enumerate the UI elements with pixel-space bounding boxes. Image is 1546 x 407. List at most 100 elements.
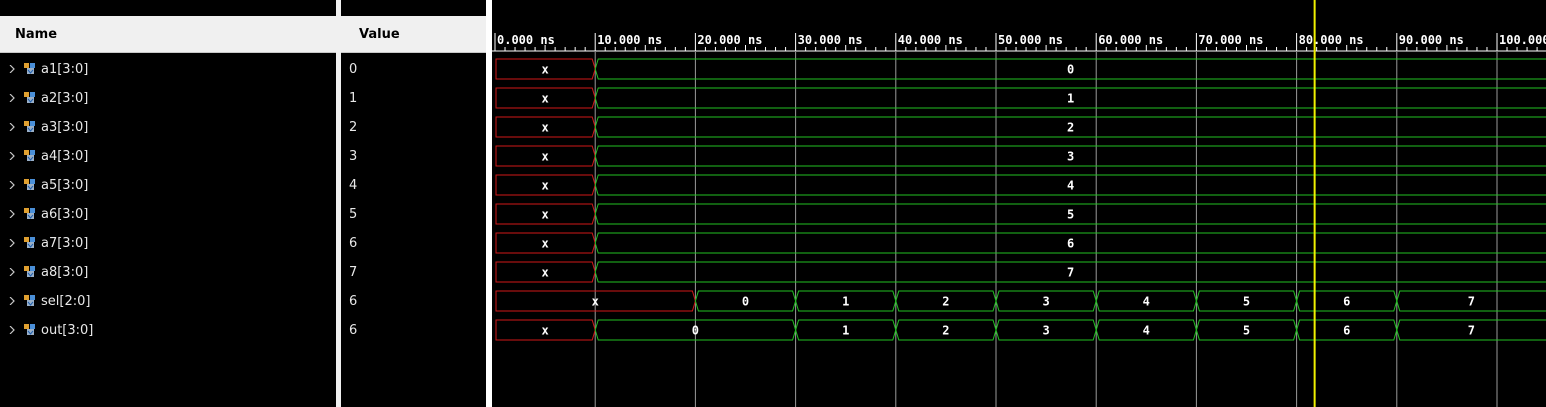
waveform-canvas[interactable]: 0.000 ns 10.000 ns 20.000 ns 30.000 ns 40.00… [492, 0, 1546, 407]
bus-signal-icon [24, 324, 35, 335]
segment-value-label: x [541, 179, 548, 193]
signal-row[interactable]: a2[3:0] [0, 84, 336, 113]
bus-signal-icon [24, 92, 35, 103]
segment-value-label: 7 [1067, 266, 1074, 280]
segment-value-label: 3 [1042, 324, 1049, 338]
timeline-label: 80.000 ns [1299, 33, 1364, 47]
segment-value-label: 1 [842, 295, 849, 309]
segment-value-label: 0 [1067, 63, 1074, 77]
timeline-label: 20.000 ns [697, 33, 762, 47]
value-row: 6 [341, 229, 486, 258]
segment-value-label: 4 [1143, 295, 1150, 309]
chevron-right-icon[interactable] [8, 239, 16, 247]
name-header-label: Name [15, 26, 58, 42]
chevron-right-icon[interactable] [8, 181, 16, 189]
chevron-right-icon[interactable] [8, 326, 16, 334]
segment-value-label: x [541, 266, 548, 280]
signal-name: a2[3:0] [41, 91, 89, 106]
signal-row[interactable]: a4[3:0] [0, 142, 336, 171]
value-row: 6 [341, 316, 486, 345]
signal-value: 6 [349, 236, 358, 251]
value-header-label: Value [359, 26, 400, 42]
value-column-header[interactable]: Value [341, 16, 486, 53]
bus-signal-icon [24, 295, 35, 306]
signal-value: 0 [349, 62, 358, 77]
bus-signal-icon [24, 266, 35, 277]
timeline-label: 30.000 ns [798, 33, 863, 47]
segment-value-label: 3 [1067, 150, 1074, 164]
value-row: 1 [341, 84, 486, 113]
chevron-right-icon[interactable] [8, 297, 16, 305]
signal-name: a6[3:0] [41, 207, 89, 222]
value-row: 6 [341, 287, 486, 316]
segment-value-label: 4 [1067, 179, 1074, 193]
chevron-right-icon[interactable] [8, 268, 16, 276]
signal-value: 5 [349, 207, 358, 222]
chevron-right-icon[interactable] [8, 210, 16, 218]
chevron-right-icon[interactable] [8, 65, 16, 73]
value-row: 4 [341, 171, 486, 200]
timeline-label: 60.000 ns [1098, 33, 1163, 47]
signal-name: a1[3:0] [41, 62, 89, 77]
signal-row[interactable]: a7[3:0] [0, 229, 336, 258]
value-row: 0 [341, 55, 486, 84]
timeline-label: 40.000 ns [898, 33, 963, 47]
segment-value-label: 1 [842, 324, 849, 338]
segment-value-label: x [541, 324, 548, 338]
segment-value-label: 6 [1343, 324, 1350, 338]
timeline-label: 70.000 ns [1198, 33, 1263, 47]
signal-name: a4[3:0] [41, 149, 89, 164]
timeline-label: 100.000 ns [1499, 33, 1546, 47]
signal-row[interactable]: out[3:0] [0, 316, 336, 345]
chevron-right-icon[interactable] [8, 94, 16, 102]
timeline-label: 10.000 ns [597, 33, 662, 47]
signal-row[interactable]: sel[2:0] [0, 287, 336, 316]
segment-value-label: 2 [1067, 121, 1074, 135]
segment-value-label: x [541, 92, 548, 106]
value-row: 5 [341, 200, 486, 229]
bus-signal-icon [24, 208, 35, 219]
signal-value: 2 [349, 120, 358, 135]
segment-value-label: 5 [1243, 324, 1250, 338]
segment-value-label: 2 [942, 324, 949, 338]
signal-row[interactable]: a1[3:0] [0, 55, 336, 84]
segment-value-label: x [541, 208, 548, 222]
chevron-right-icon[interactable] [8, 152, 16, 160]
segment-value-label: 6 [1343, 295, 1350, 309]
segment-value-label: 7 [1468, 295, 1475, 309]
signal-name: a5[3:0] [41, 178, 89, 193]
bus-signal-icon [24, 121, 35, 132]
segment-value-label: 3 [1042, 295, 1049, 309]
signal-name: a7[3:0] [41, 236, 89, 251]
bus-signal-icon [24, 179, 35, 190]
signal-name: out[3:0] [41, 323, 94, 338]
value-row: 2 [341, 113, 486, 142]
signal-name: a8[3:0] [41, 265, 89, 280]
segment-value-label: x [541, 121, 548, 135]
segment-value-label: 7 [1468, 324, 1475, 338]
value-row: 3 [341, 142, 486, 171]
name-column-header[interactable]: Name [0, 16, 336, 53]
signal-row[interactable]: a3[3:0] [0, 113, 336, 142]
signal-row[interactable]: a8[3:0] [0, 258, 336, 287]
segment-value-label: 1 [1067, 92, 1074, 106]
signal-row[interactable]: a6[3:0] [0, 200, 336, 229]
value-row: 7 [341, 258, 486, 287]
bus-signal-icon [24, 237, 35, 248]
segment-value-label: 0 [692, 324, 699, 338]
signal-value: 4 [349, 178, 358, 193]
signal-value: 6 [349, 294, 358, 309]
chevron-right-icon[interactable] [8, 123, 16, 131]
signal-row[interactable]: a5[3:0] [0, 171, 336, 200]
segment-value-label: x [541, 63, 548, 77]
segment-value-label: 4 [1143, 324, 1150, 338]
segment-value-label: x [592, 295, 599, 309]
signal-value: 7 [349, 265, 358, 280]
bus-signal-icon [24, 63, 35, 74]
signal-value: 1 [349, 91, 358, 106]
segment-value-label: 6 [1067, 237, 1074, 251]
signal-value: 6 [349, 323, 358, 338]
segment-value-label: x [541, 150, 548, 164]
signal-name: sel[2:0] [41, 294, 91, 309]
timeline-label: 50.000 ns [998, 33, 1063, 47]
